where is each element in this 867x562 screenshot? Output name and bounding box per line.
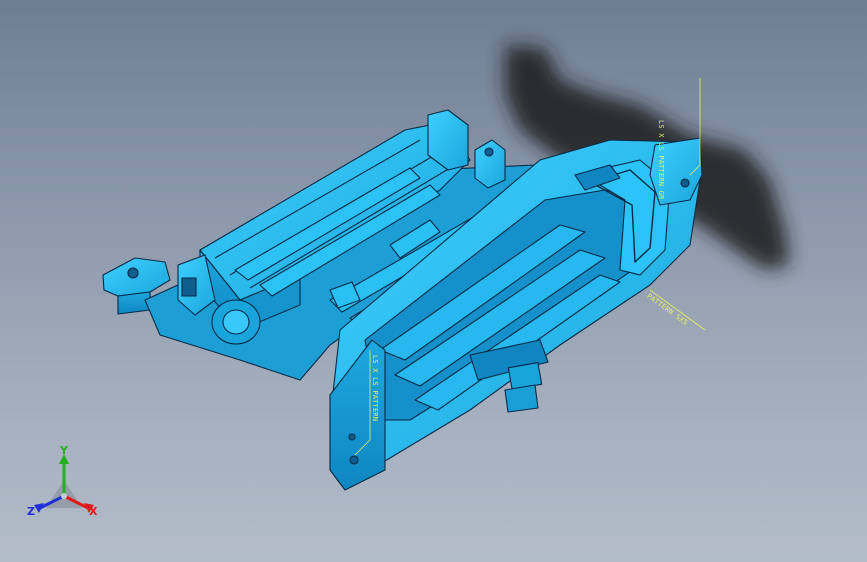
cad-viewport[interactable]: LS X LS PATTERN GR PATTERN 5X5 LS X LS P… bbox=[0, 0, 867, 562]
annotation-right-top: LS X LS PATTERN GR bbox=[657, 120, 665, 200]
axis-label-y: Y bbox=[60, 444, 68, 457]
3d-model-scene[interactable] bbox=[0, 0, 867, 562]
axis-label-z: Z bbox=[27, 505, 35, 518]
housing-part[interactable] bbox=[102, 109, 703, 491]
coordinate-triad[interactable]: Y X Z bbox=[26, 444, 106, 525]
annotation-left: LS X LS PATTERN bbox=[371, 355, 379, 422]
axis-label-x: X bbox=[89, 505, 98, 518]
